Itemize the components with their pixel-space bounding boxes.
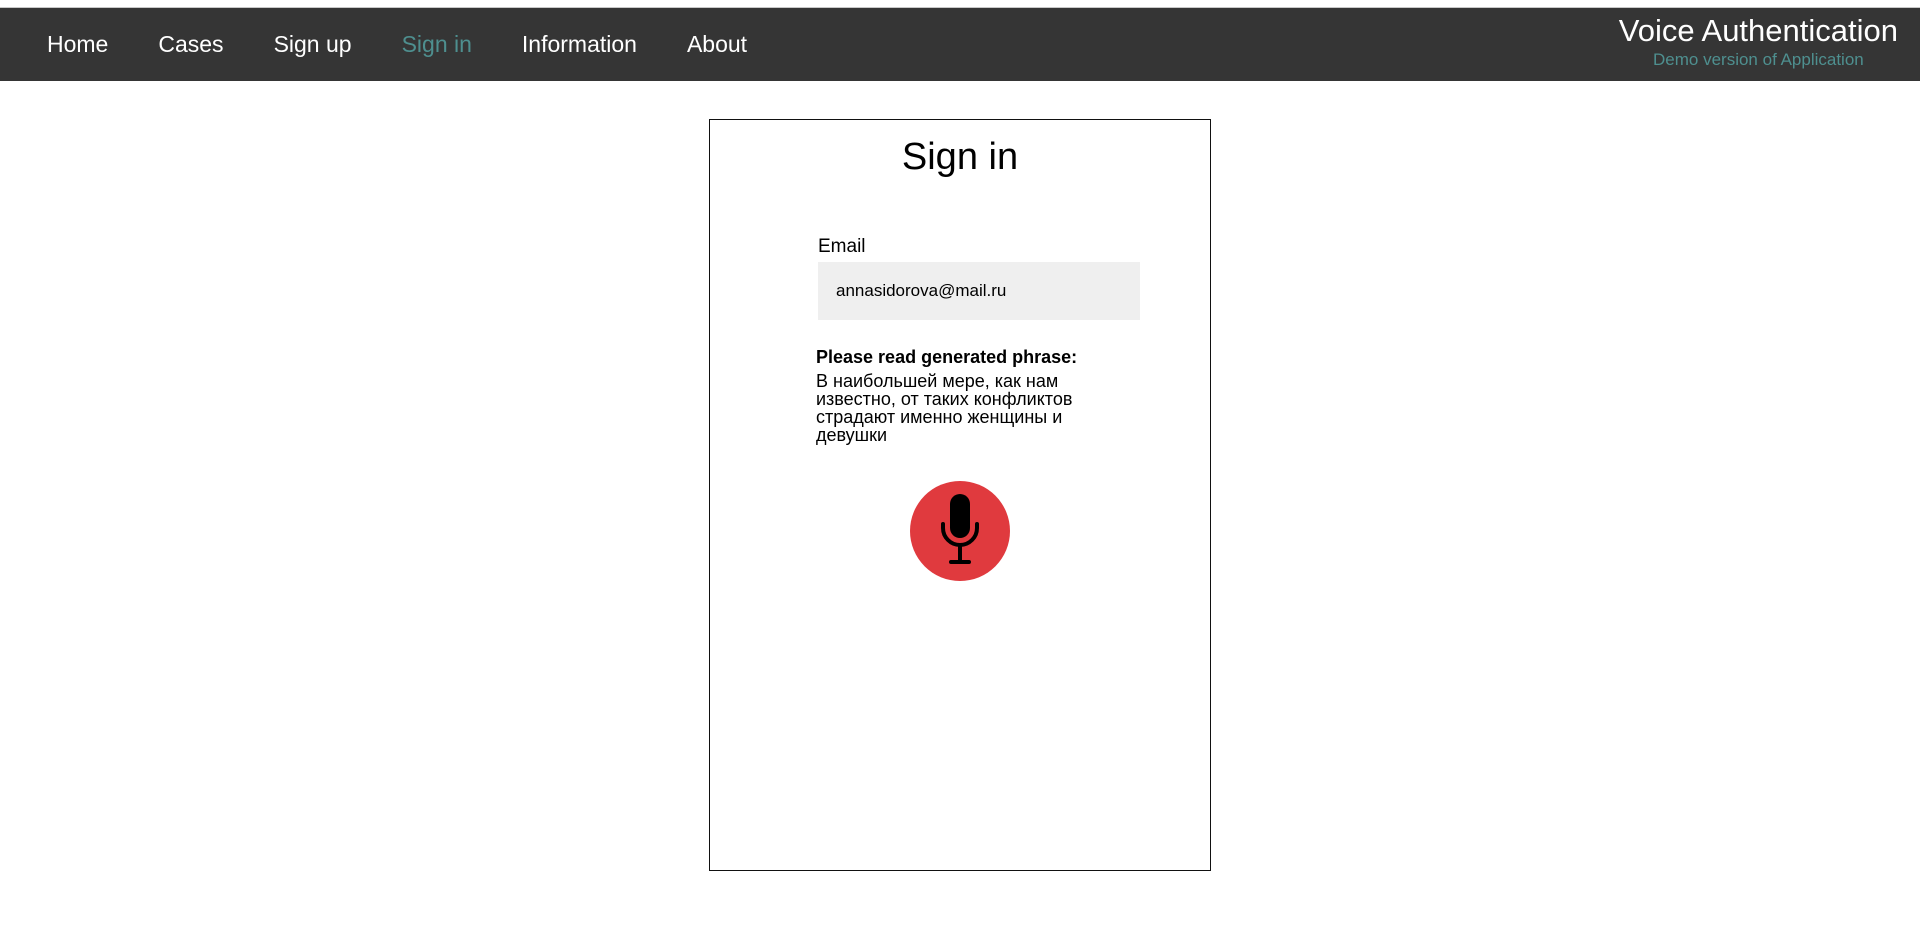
sign-in-card: Sign in Email Please read generated phra… bbox=[709, 119, 1211, 871]
page-title: Sign in bbox=[901, 136, 1019, 178]
nav-about[interactable]: About bbox=[687, 31, 747, 58]
nav-links: Home Cases Sign up Sign in Information A… bbox=[47, 8, 797, 81]
record-voice-button[interactable] bbox=[910, 481, 1010, 581]
brand: Voice Authentication Demo version of App… bbox=[1619, 12, 1898, 70]
nav-sign-up[interactable]: Sign up bbox=[274, 31, 352, 58]
brand-subtitle: Demo version of Application bbox=[1653, 50, 1864, 69]
nav-home[interactable]: Home bbox=[47, 31, 108, 58]
nav-information[interactable]: Information bbox=[522, 31, 637, 58]
brand-title: Voice Authentication bbox=[1618, 13, 1898, 48]
navbar: Home Cases Sign up Sign in Information A… bbox=[0, 8, 1920, 81]
email-label: Email bbox=[818, 236, 866, 257]
browser-top-strip bbox=[0, 0, 1920, 8]
email-field[interactable] bbox=[818, 262, 1140, 320]
nav-sign-in[interactable]: Sign in bbox=[402, 31, 472, 58]
nav-cases[interactable]: Cases bbox=[158, 31, 223, 58]
phrase-label: Please read generated phrase: bbox=[816, 347, 1078, 367]
generated-phrase: В наибольшей мере, как нам известно, от … bbox=[816, 371, 1073, 445]
microphone-icon bbox=[941, 494, 979, 564]
